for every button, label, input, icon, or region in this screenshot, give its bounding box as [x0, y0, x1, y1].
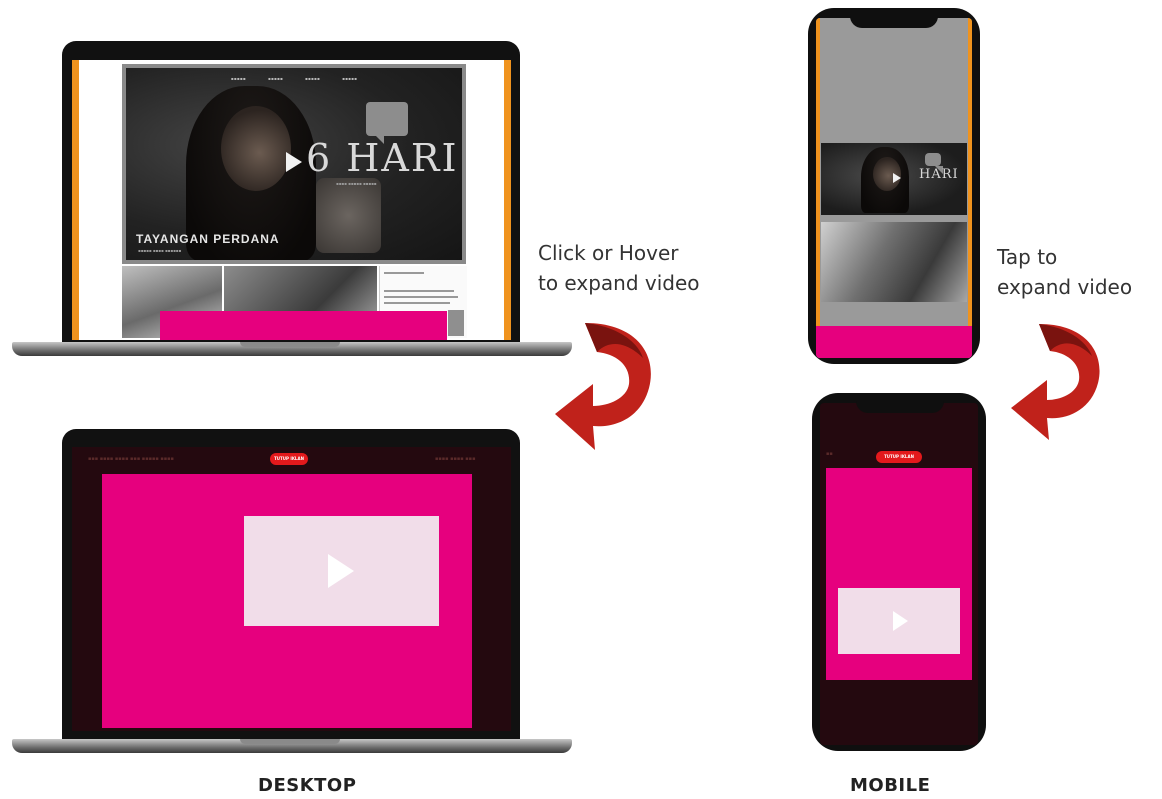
curved-arrow-icon: [1011, 324, 1100, 440]
hero-subtitle: TAYANGAN PERDANA: [136, 232, 280, 246]
mobile-expanded-screen: ▪▪ TUTUP IKLAN: [820, 403, 978, 745]
expanded-top-bar: ▪▪▪ ▪▪▪▪ ▪▪▪▪ ▪▪▪ ▪▪▪▪▪ ▪▪▪▪: [88, 456, 174, 462]
play-icon[interactable]: [328, 554, 354, 588]
mobile-label: MOBILE: [850, 775, 931, 796]
video-player[interactable]: [244, 516, 439, 626]
desktop-label: DESKTOP: [258, 775, 357, 796]
desktop-caption-line: to expand video: [538, 271, 700, 295]
desktop-caption: Click or Hover to expand video: [538, 238, 700, 298]
desktop-collapsed-screen: ▪▪▪▪▪ ▪▪▪▪▪ ▪▪▪▪▪ ▪▪▪▪▪ 6 HARI ▪▪▪▪ ▪▪▪▪…: [72, 60, 511, 340]
curved-arrow-icon: [555, 323, 651, 450]
close-ad-button[interactable]: TUTUP IKLAN: [876, 451, 922, 463]
sidebar-line: [384, 290, 454, 292]
play-icon[interactable]: [286, 152, 302, 172]
mobile-caption: Tap to expand video: [997, 242, 1132, 302]
sidebar-line: [384, 272, 424, 274]
mobile-caption-line: Tap to: [997, 245, 1058, 269]
mobile-caption-line: expand video: [997, 275, 1133, 299]
phone-notch: [856, 399, 944, 413]
left-accent-bar: [72, 60, 79, 340]
right-accent-bar: [504, 60, 511, 340]
actress-face: [221, 106, 291, 191]
expanded-ad-panel[interactable]: [826, 468, 972, 680]
play-icon[interactable]: [893, 173, 901, 183]
hero-navigation: ▪▪▪▪▪ ▪▪▪▪▪ ▪▪▪▪▪ ▪▪▪▪▪: [126, 76, 462, 81]
cushion: [316, 178, 381, 253]
hero-title: 6 HARI: [306, 136, 459, 180]
sidebar-line: [384, 302, 450, 304]
mobile-hero[interactable]: HARI: [821, 143, 967, 215]
sidebar-line: [384, 296, 458, 298]
hero-title: HARI: [919, 167, 959, 182]
desktop-expanded-screen: ▪▪▪ ▪▪▪▪ ▪▪▪▪ ▪▪▪ ▪▪▪▪▪ ▪▪▪▪ ▪▪▪▪ ▪▪▪▪ ▪…: [72, 447, 511, 731]
side-grey-block: [448, 310, 464, 336]
left-accent-bar: [816, 18, 820, 328]
hero-nav-item[interactable]: ▪▪▪▪▪: [305, 76, 320, 81]
mobile-collapsed-screen: HARI: [816, 18, 972, 358]
close-ad-button[interactable]: TUTUP IKLAN: [270, 453, 308, 465]
hero-subtitle-detail: ▪▪▪▪▪ ▪▪▪▪ ▪▪▪▪▪▪: [138, 248, 182, 253]
phone-notch: [850, 14, 938, 28]
laptop-hinge: [240, 739, 340, 744]
expanded-top-bar: ▪▪: [826, 451, 833, 457]
desktop-caption-line: Click or Hover: [538, 241, 679, 265]
article-thumbnail[interactable]: [821, 222, 967, 302]
play-icon[interactable]: [893, 611, 908, 631]
hero-banner[interactable]: ▪▪▪▪▪ ▪▪▪▪▪ ▪▪▪▪▪ ▪▪▪▪▪ 6 HARI ▪▪▪▪ ▪▪▪▪…: [122, 64, 466, 264]
collapsed-ad-banner[interactable]: [816, 326, 972, 358]
speech-bubble-icon: [366, 102, 408, 144]
hero-nav-item[interactable]: ▪▪▪▪▪: [231, 76, 246, 81]
right-accent-bar: [968, 18, 972, 328]
expanded-top-bar-right: ▪▪▪▪ ▪▪▪▪ ▪▪▪: [435, 456, 476, 462]
speech-bubble-icon: [925, 153, 943, 174]
hero-nav-item[interactable]: ▪▪▪▪▪: [342, 76, 357, 81]
expanded-ad-panel[interactable]: [102, 474, 472, 728]
hero-nav-item[interactable]: ▪▪▪▪▪: [268, 76, 283, 81]
hero-tagline: ▪▪▪▪ ▪▪▪▪▪ ▪▪▪▪▪: [336, 181, 377, 186]
laptop-hinge: [240, 342, 340, 347]
video-player[interactable]: [838, 588, 960, 654]
collapsed-ad-banner[interactable]: [160, 311, 447, 340]
